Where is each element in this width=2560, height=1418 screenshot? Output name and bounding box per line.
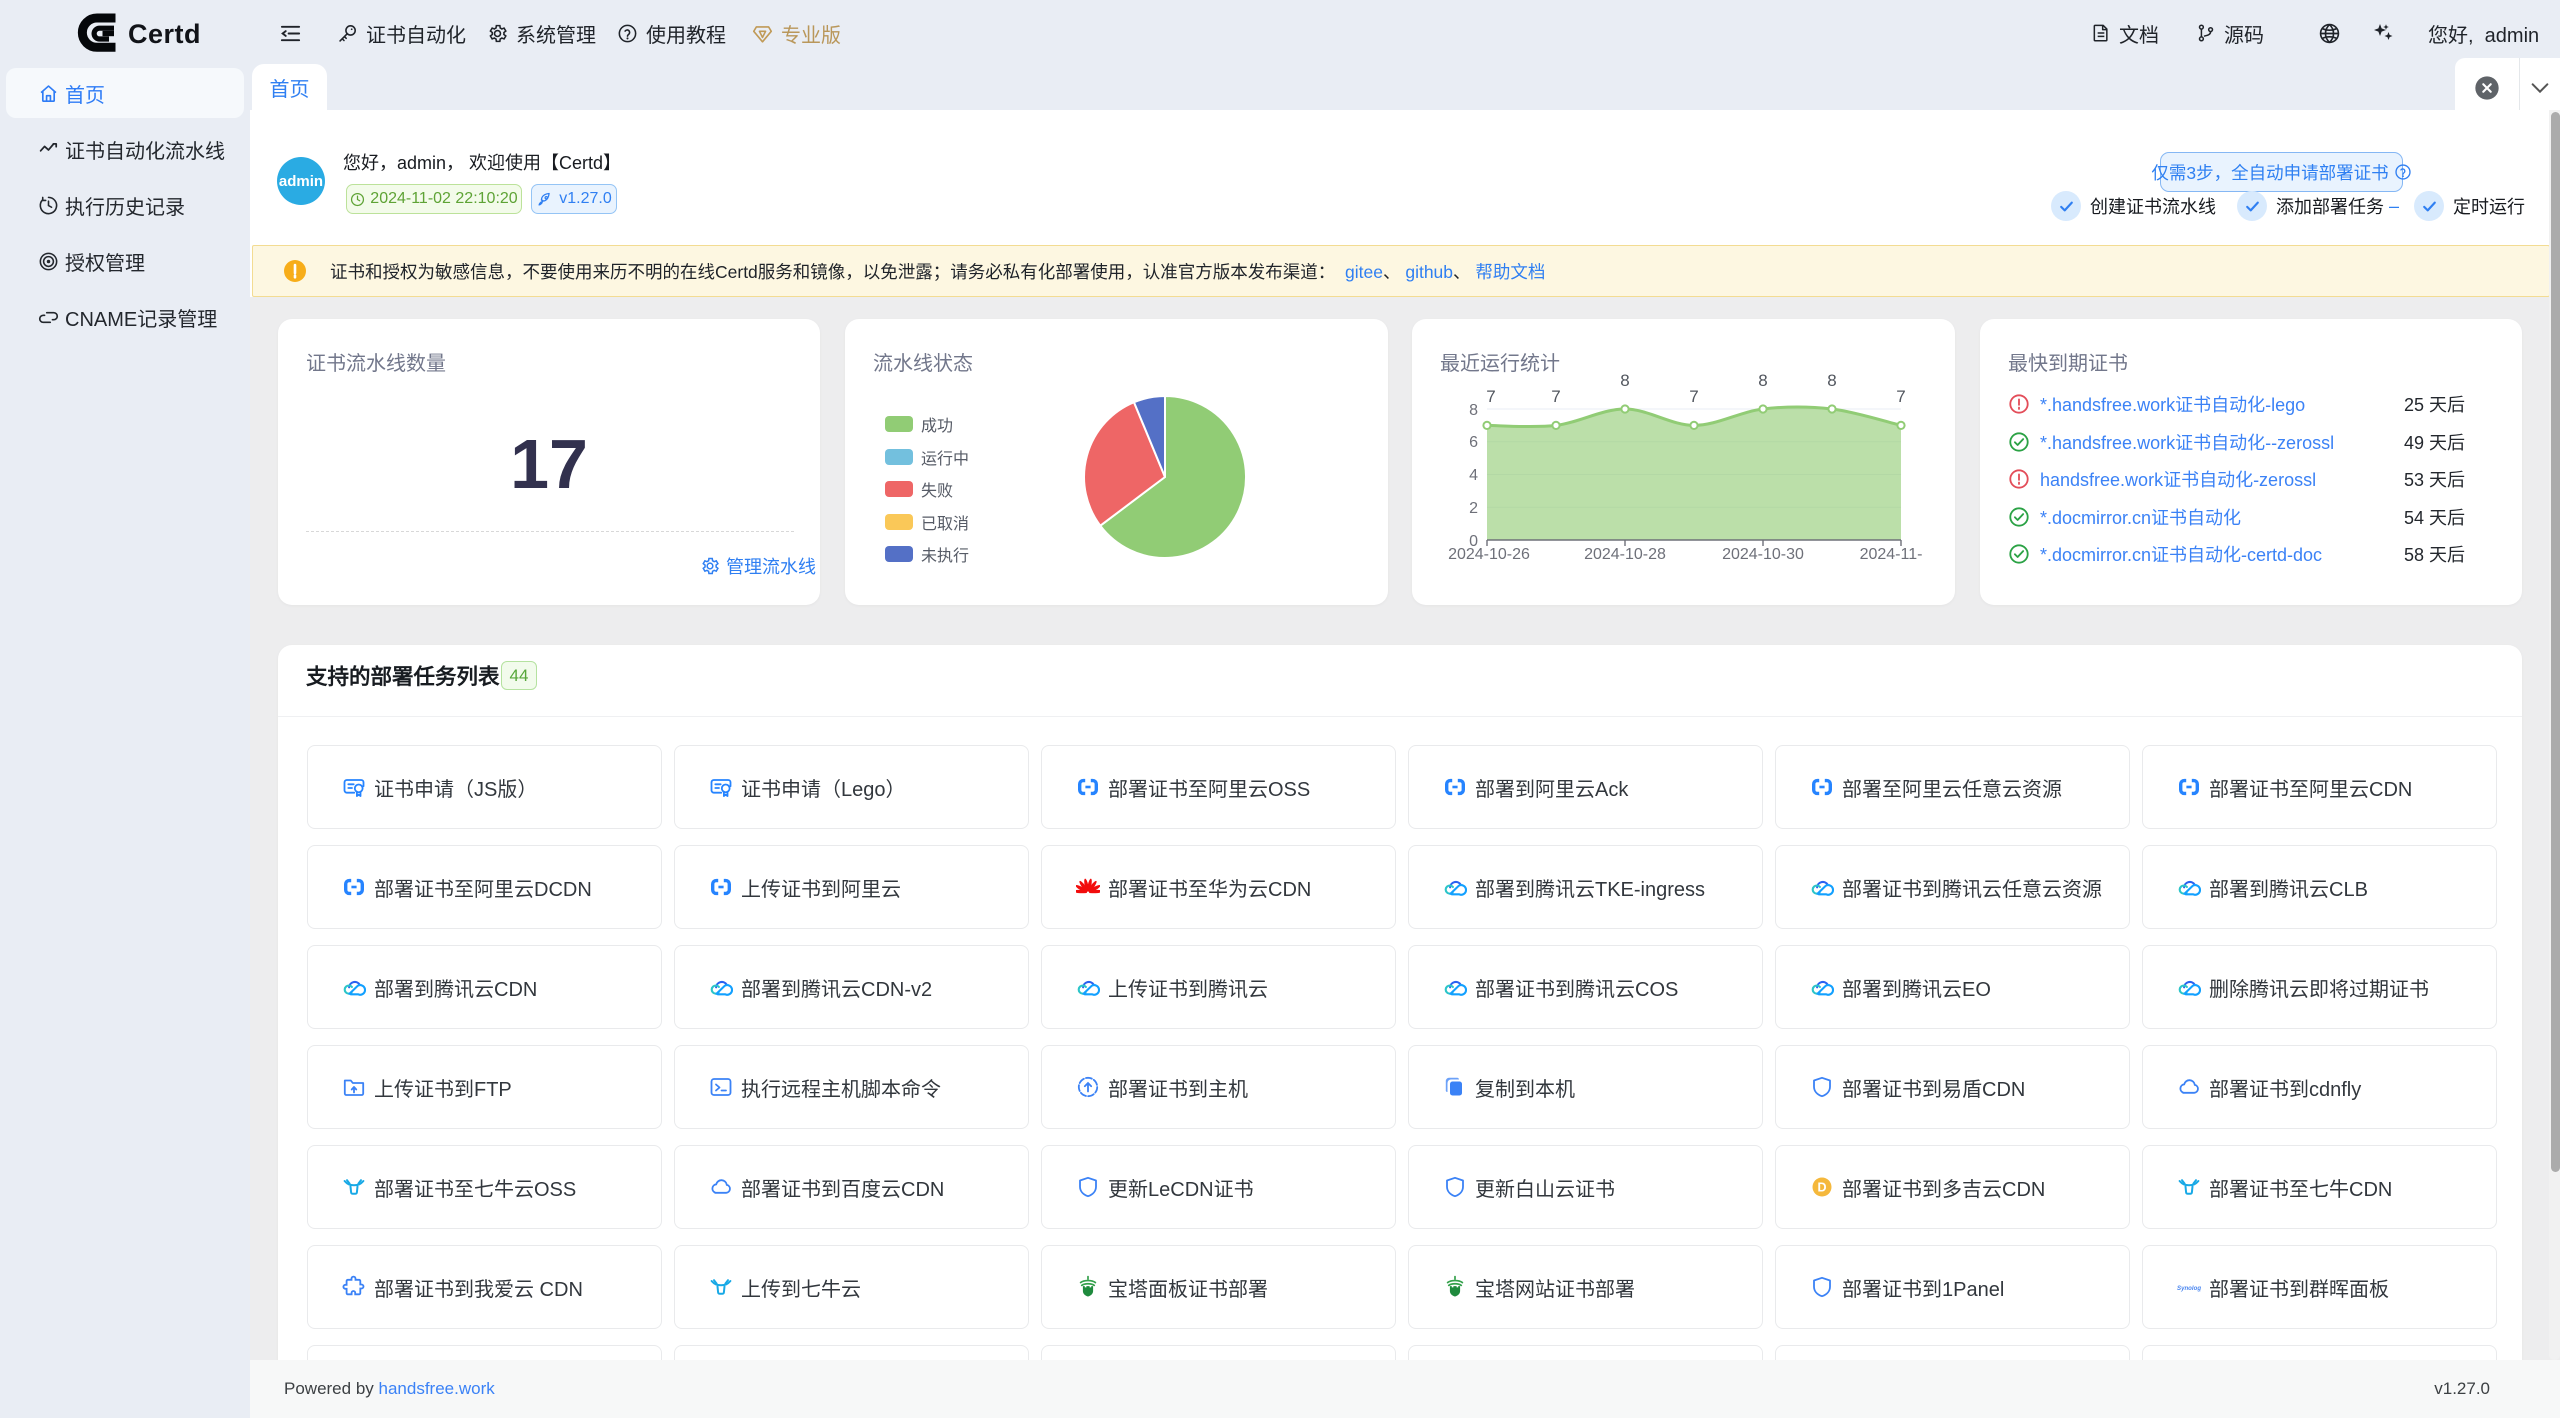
svg-text:2024-10-30: 2024-10-30 (1722, 546, 1804, 563)
svg-text:8: 8 (1827, 371, 1836, 390)
svg-text:6: 6 (1469, 434, 1478, 451)
svg-text:8: 8 (1620, 371, 1629, 390)
svg-text:2024-10-28: 2024-10-28 (1584, 546, 1666, 563)
svg-text:2024-11-: 2024-11- (1860, 546, 1923, 563)
svg-text:2024-10-26: 2024-10-26 (1448, 546, 1530, 563)
svg-text:7: 7 (1551, 387, 1560, 406)
svg-text:7: 7 (1896, 387, 1905, 406)
svg-text:8: 8 (1758, 371, 1767, 390)
svg-text:8: 8 (1469, 402, 1478, 419)
svg-text:7: 7 (1486, 387, 1495, 406)
svg-text:7: 7 (1689, 387, 1698, 406)
svg-text:2: 2 (1469, 500, 1478, 517)
svg-text:4: 4 (1469, 467, 1478, 484)
